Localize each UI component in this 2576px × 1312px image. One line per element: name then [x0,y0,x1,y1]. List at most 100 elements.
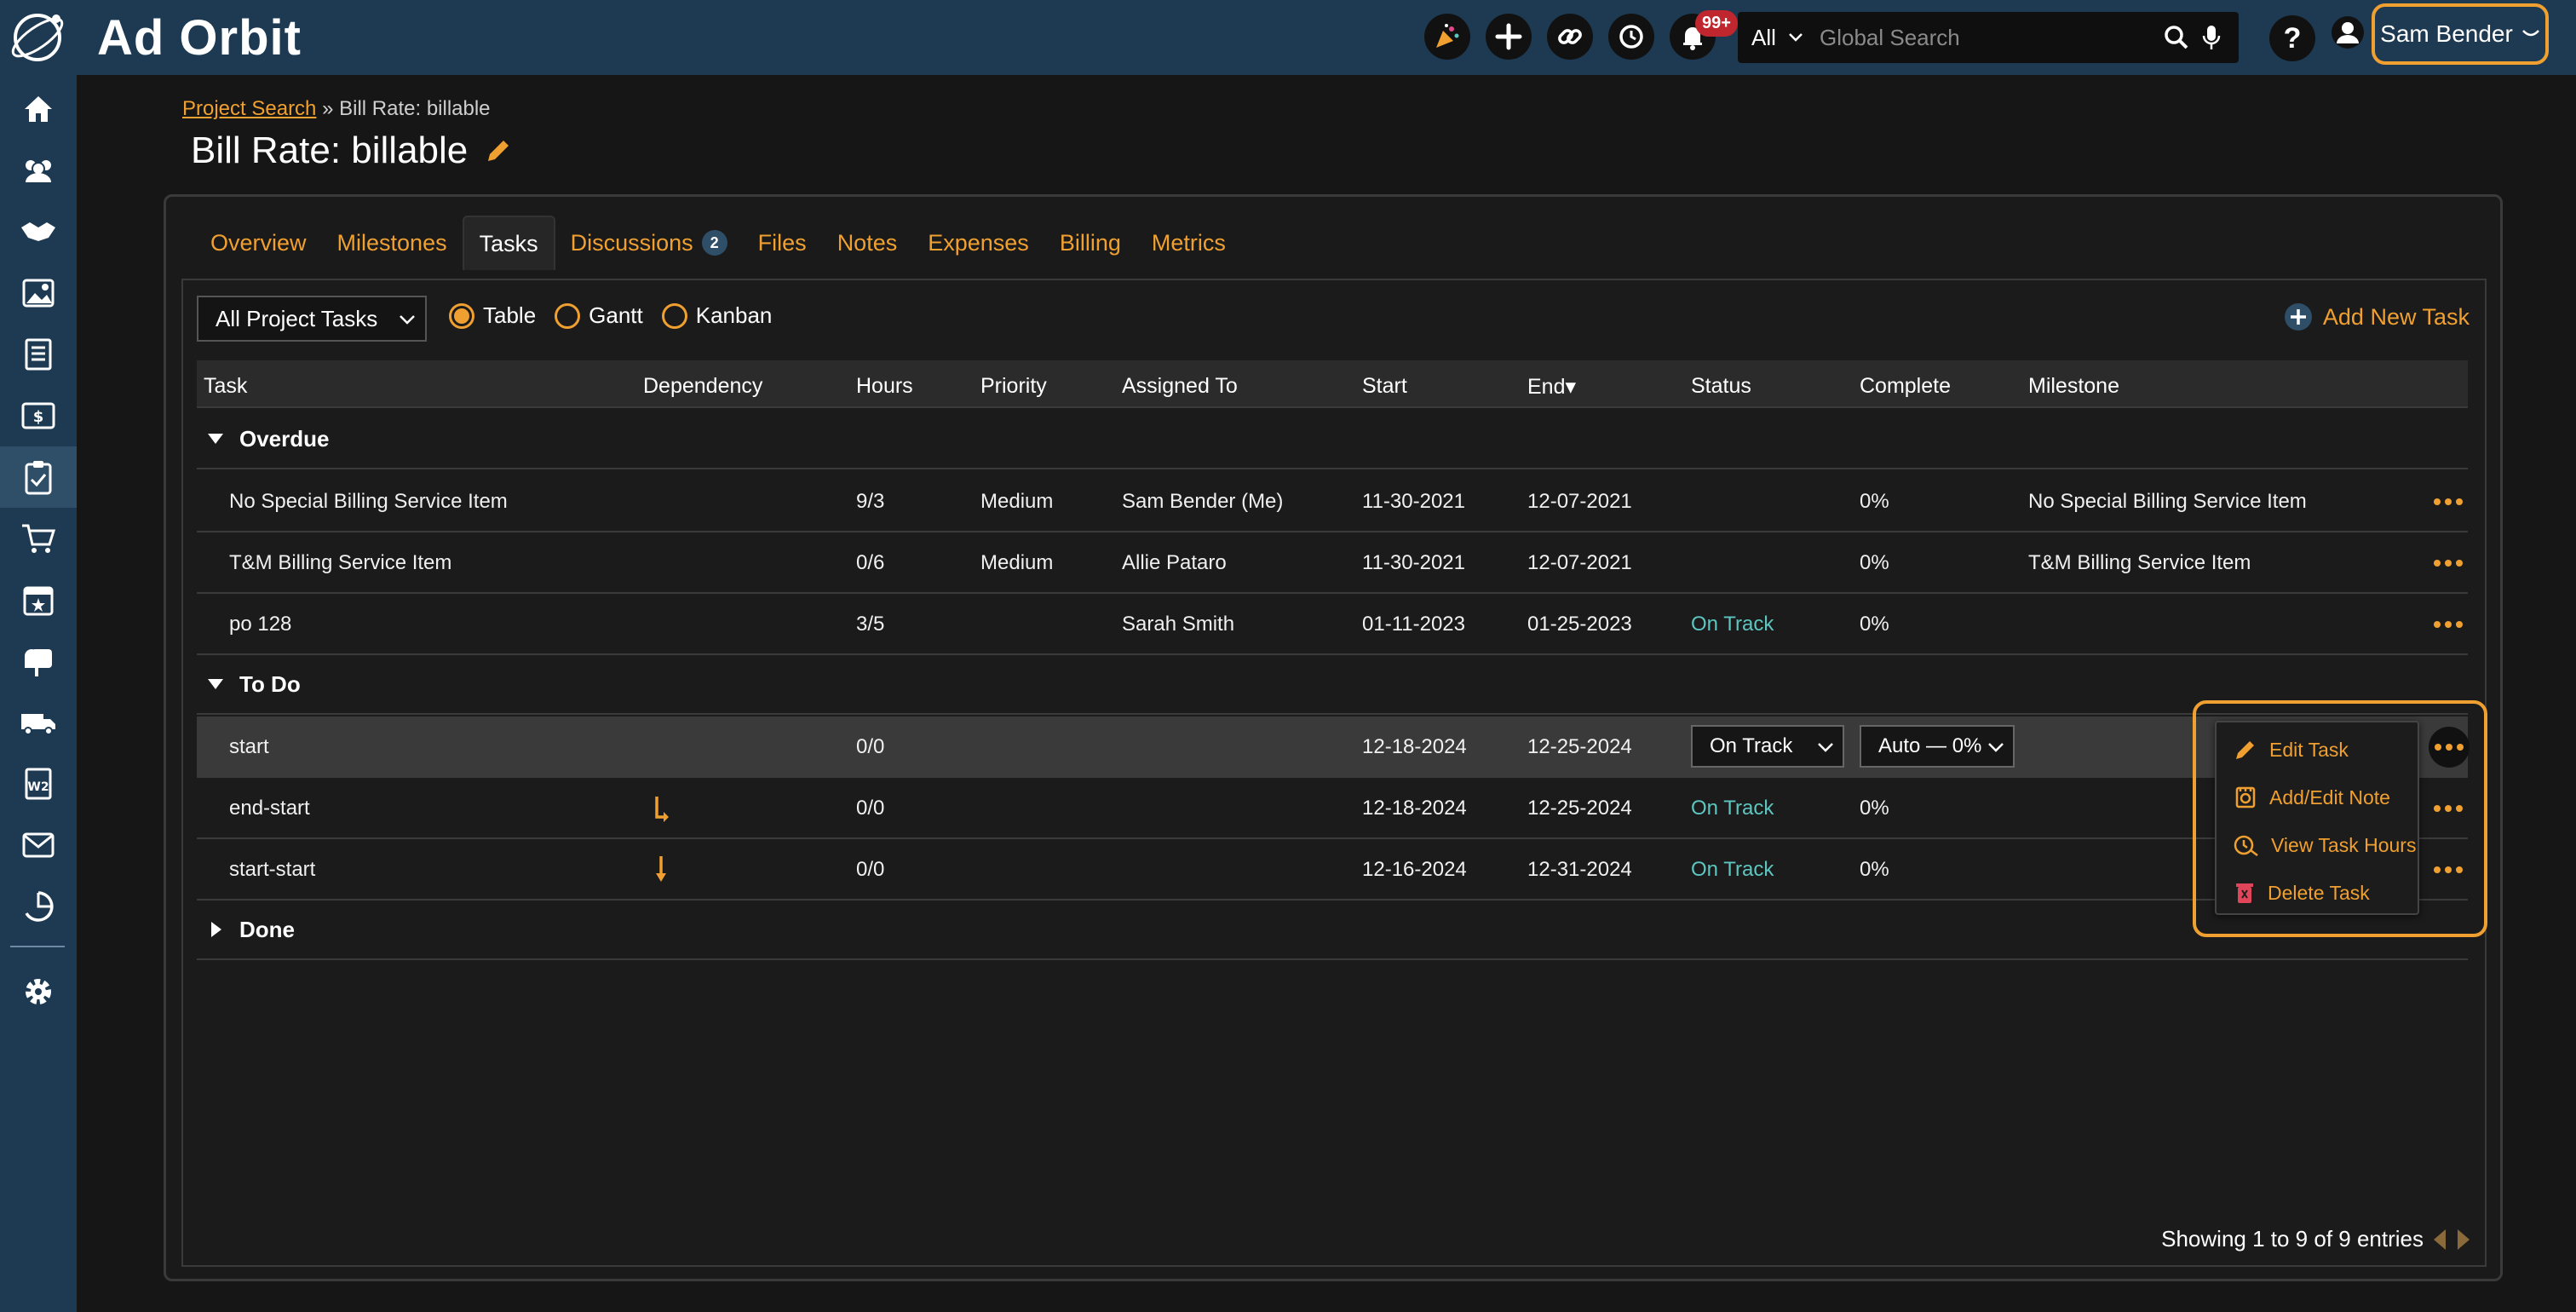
tab-overview[interactable]: Overview [195,216,322,270]
table-row[interactable]: No Special Billing Service Item 9/3 Medi… [197,471,2468,532]
table-row[interactable]: start-start 0/0 12-16-2024 12-31-2024 On… [197,839,2468,901]
search-icon[interactable] [2164,25,2189,50]
group-name: Done [239,916,295,942]
menu-item-delete-task[interactable]: Delete Task [2234,876,2370,910]
task-priority: Medium [980,490,1054,513]
sidebar-item-reports[interactable] [0,876,77,937]
table-row-selected[interactable]: start 0/0 12-18-2024 12-25-2024 On Track… [197,716,2470,778]
row-actions-button[interactable] [2429,548,2468,578]
logo-text: Ad Orbit [97,9,302,66]
row-actions-button[interactable] [2429,609,2468,640]
sidebar-item-delivery[interactable] [0,692,77,753]
tab-milestones[interactable]: Milestones [322,216,463,270]
add-new-task-button[interactable]: Add New Task [2284,302,2470,331]
sidebar-item-calendar[interactable] [0,569,77,630]
notifications-bell-icon[interactable]: 99+ [1670,10,1738,60]
group-header-overdue[interactable]: Overdue [197,410,2468,469]
add-icon[interactable] [1486,14,1532,60]
tab-tasks[interactable]: Tasks [462,216,555,270]
menu-item-edit-task[interactable]: Edit Task [2234,733,2349,767]
top-bar: Ad Orbit 99+ All Global Search ? Sam Ben… [0,0,2576,75]
row-actions-button[interactable] [2429,486,2468,517]
view-radio-gantt[interactable] [555,302,581,329]
menu-item-add-edit-note[interactable]: Add/Edit Note [2234,780,2390,814]
task-start: 12-16-2024 [1362,858,1467,881]
sidebar-item-documents[interactable] [0,324,77,385]
pencil-icon [2236,741,2254,759]
mail-icon [22,832,55,858]
column-task[interactable]: Task [204,374,247,399]
edit-pencil-icon[interactable] [485,137,512,164]
caret-right-icon [211,922,221,937]
column-start[interactable]: Start [1362,374,1407,399]
history-icon[interactable] [1608,14,1654,60]
view-radio-table[interactable] [449,302,474,329]
sidebar-item-deals[interactable] [0,201,77,262]
task-filter-select[interactable]: All Project Tasks [197,296,427,342]
table-row[interactable]: T&M Billing Service Item 0/6 Medium Alli… [197,532,2468,594]
start-start-dependency-icon [656,856,666,882]
microphone-icon[interactable] [2201,24,2222,51]
column-assigned-to[interactable]: Assigned To [1122,374,1238,399]
task-name[interactable]: end-start [229,797,310,820]
task-name[interactable]: start-start [229,858,315,882]
task-name[interactable]: start [229,735,269,759]
column-dependency[interactable]: Dependency [643,374,762,399]
user-avatar-icon[interactable] [2331,15,2365,54]
column-status[interactable]: Status [1691,374,1751,399]
task-end: 12-25-2024 [1527,735,1632,758]
prev-page-icon[interactable] [2432,1228,2447,1252]
column-hours[interactable]: Hours [856,374,913,399]
sidebar-item-mailbox[interactable] [0,630,77,692]
task-name[interactable]: T&M Billing Service Item [229,551,451,575]
task-end: 12-25-2024 [1527,797,1632,820]
table-row[interactable]: end-start 0/0 12-18-2024 12-25-2024 On T… [197,778,2468,839]
task-hours: 9/3 [856,490,885,513]
app-logo[interactable]: Ad Orbit [7,7,302,68]
project-tabs: Overview Milestones Tasks Discussions 2 … [195,216,1241,270]
tab-discussions[interactable]: Discussions 2 [555,216,743,270]
view-radio-kanban[interactable] [661,302,687,329]
tab-metrics[interactable]: Metrics [1136,216,1241,270]
task-name[interactable]: po 128 [229,613,291,636]
column-milestone[interactable]: Milestone [2028,374,2119,399]
column-complete[interactable]: Complete [1860,374,1951,399]
celebrate-icon[interactable] [1424,14,1470,60]
table-row[interactable]: po 128 3/5 Sarah Smith 01-11-2023 01-25-… [197,594,2468,655]
sidebar-item-billing[interactable]: $ [0,385,77,446]
sidebar-item-contacts[interactable] [0,140,77,201]
notification-badge: 99+ [1695,10,1738,37]
column-priority[interactable]: Priority [980,374,1047,399]
group-header-to-do[interactable]: To Do [197,655,2468,715]
tab-notes[interactable]: Notes [822,216,913,270]
menu-item-view-task-hours[interactable]: View Task Hours [2234,828,2416,862]
sidebar-item-media[interactable] [0,262,77,324]
tab-files[interactable]: Files [743,216,822,270]
sidebar-item-w2[interactable]: W2 [0,753,77,814]
tab-expenses[interactable]: Expenses [912,216,1044,270]
column-end[interactable]: End▾ [1527,374,1576,400]
task-name[interactable]: No Special Billing Service Item [229,490,508,514]
note-icon [2235,786,2256,808]
sidebar-item-projects[interactable] [0,446,77,508]
orbit-logo-icon [11,14,64,61]
breadcrumb-project-search-link[interactable]: Project Search [182,97,316,120]
link-icon[interactable] [1547,14,1593,60]
search-scope-select[interactable]: All [1738,25,1820,51]
sidebar-item-email[interactable] [0,814,77,876]
sidebar-item-settings[interactable] [0,961,77,1022]
help-icon[interactable]: ? [2269,15,2315,61]
next-page-icon[interactable] [2456,1228,2471,1252]
chevron-down-icon [1988,743,2004,752]
status-select[interactable]: On Track [1691,725,1844,768]
page-title: Bill Rate: billable [191,129,469,171]
task-status: On Track [1691,613,1774,636]
svg-text:$: $ [33,408,44,426]
sidebar-item-home[interactable] [0,78,77,140]
complete-select[interactable]: Auto — 0% [1860,725,2015,768]
tab-billing[interactable]: Billing [1044,216,1136,270]
sidebar-item-orders[interactable] [0,508,77,569]
user-menu-button[interactable]: Sam Bender [2372,3,2549,65]
group-header-done[interactable]: Done [197,901,2468,960]
search-input[interactable] [1820,24,2160,51]
